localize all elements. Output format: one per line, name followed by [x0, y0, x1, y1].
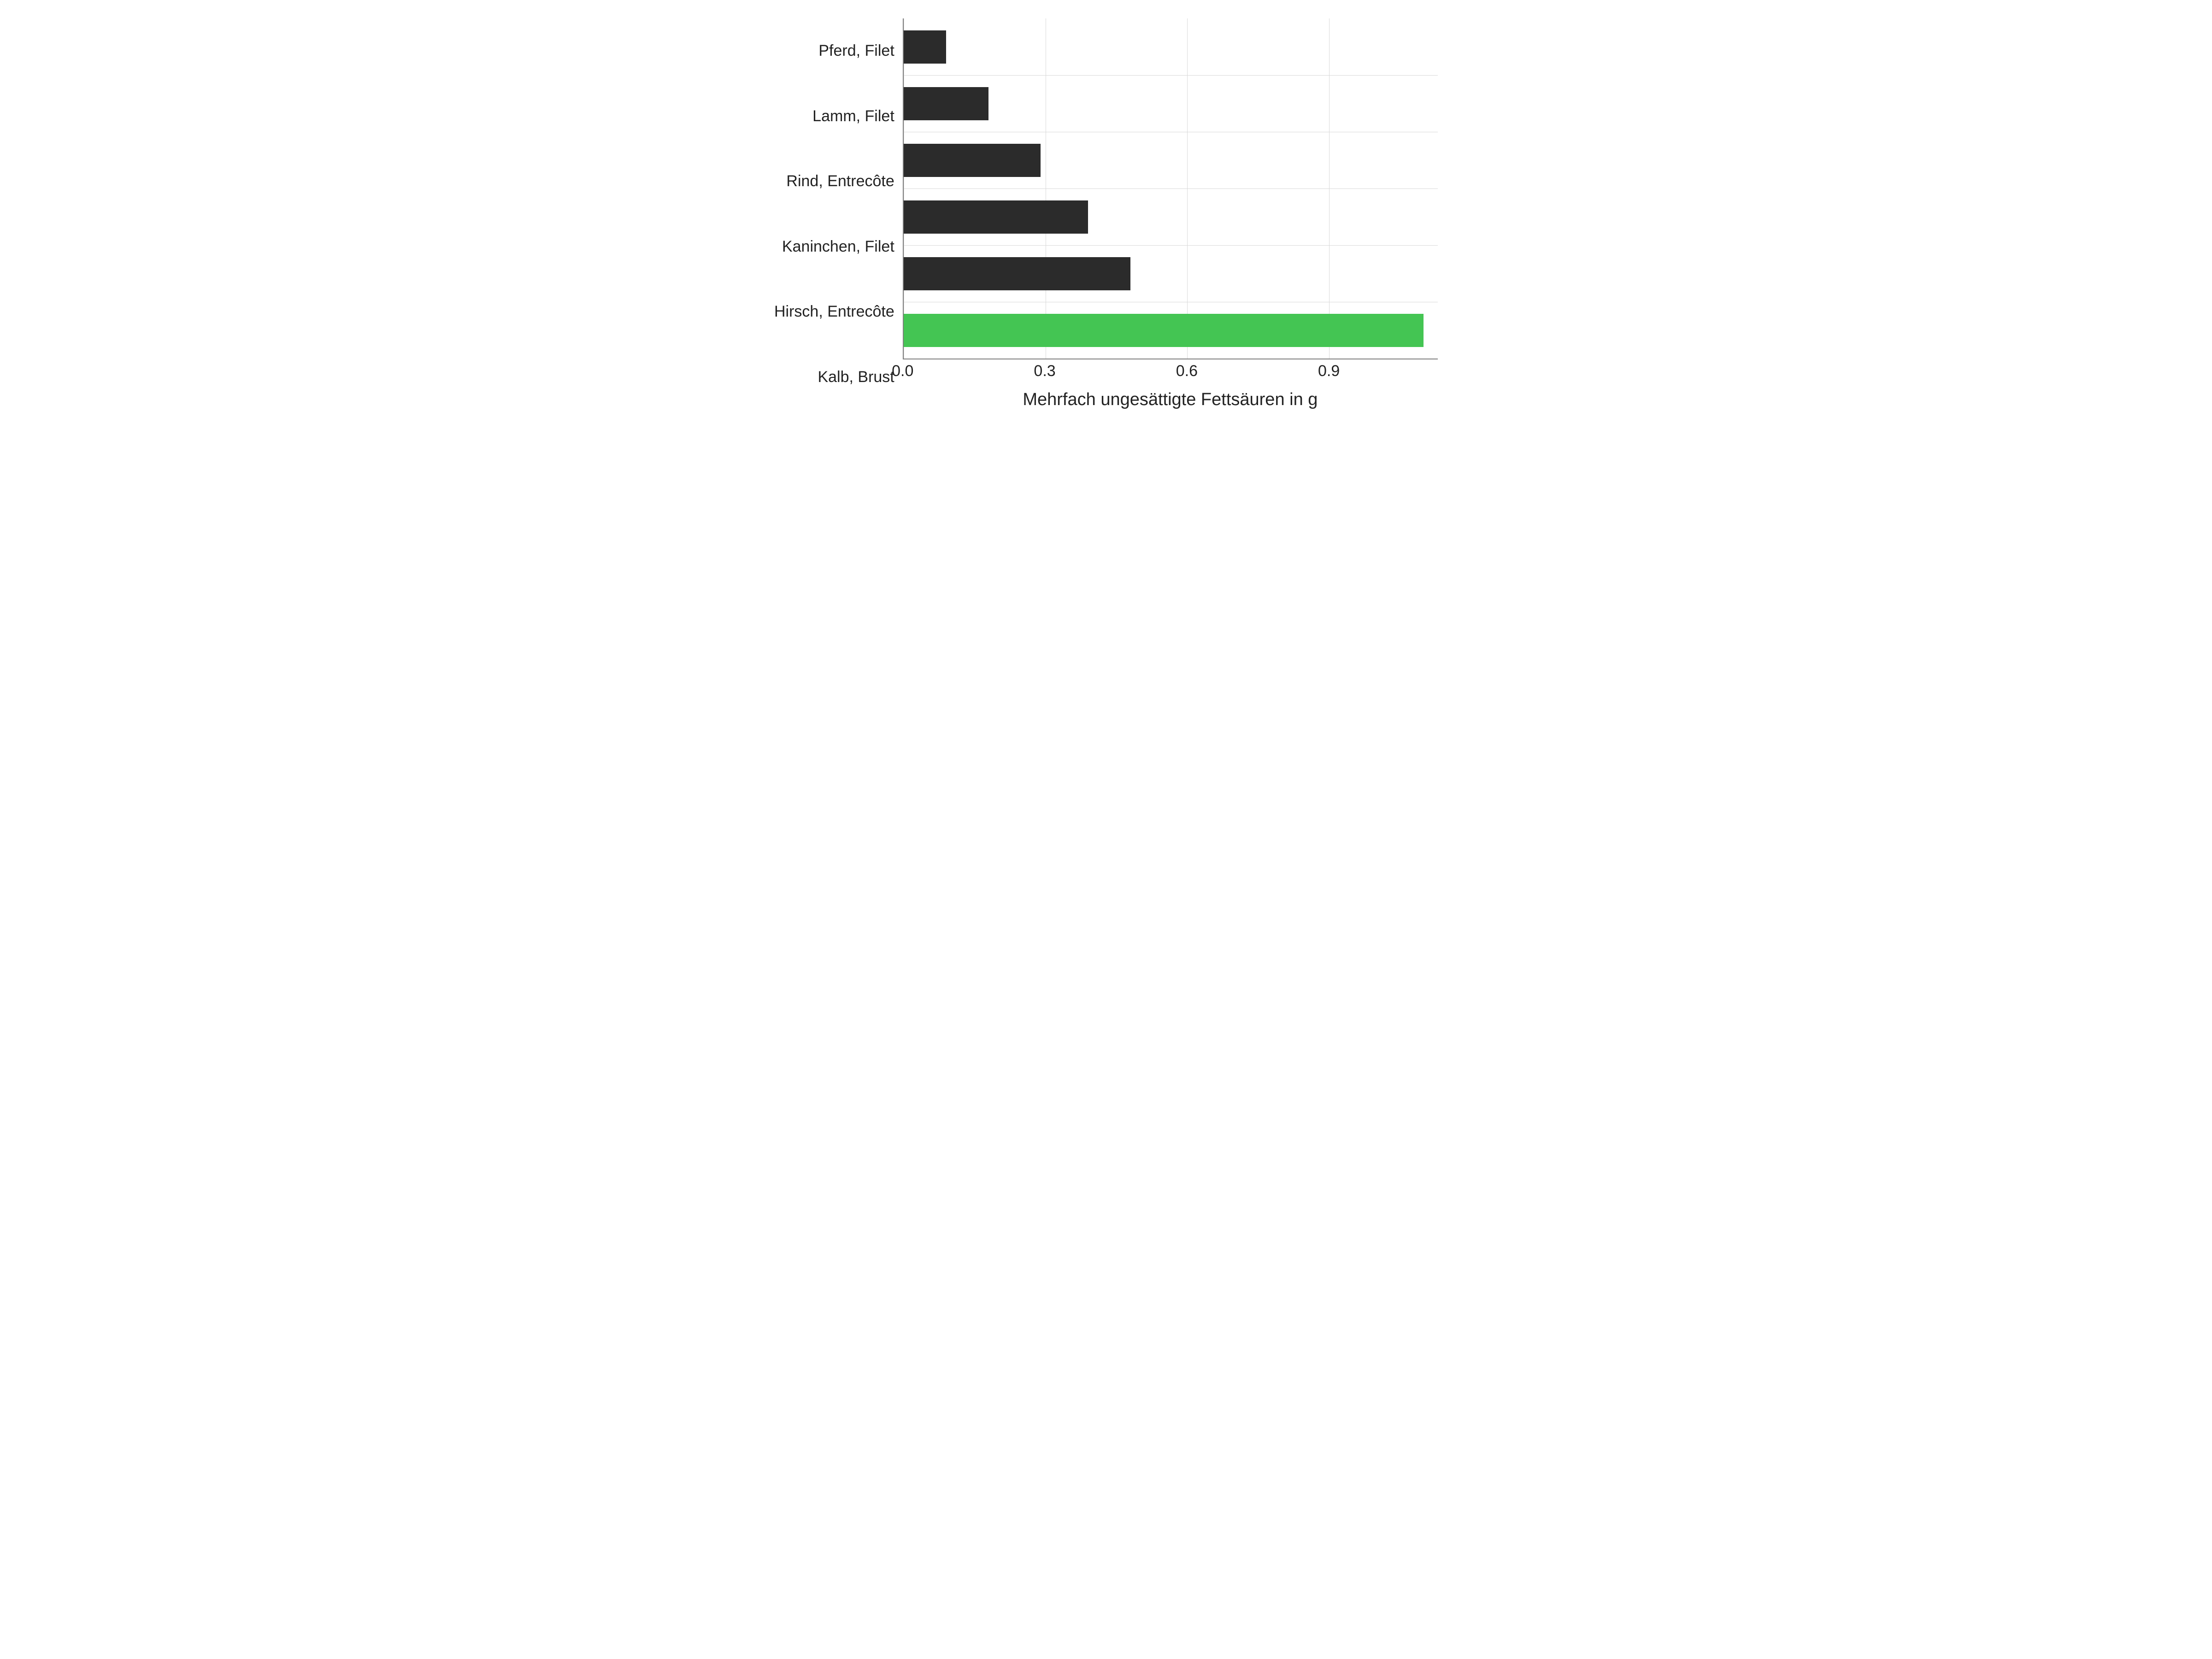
bar [904, 257, 1130, 290]
x-tick-label: 0.9 [1318, 362, 1340, 380]
y-label: Pferd, Filet [774, 41, 894, 60]
bar [904, 30, 946, 64]
x-tick-label: 0.0 [892, 362, 913, 380]
bar-row [904, 200, 1438, 234]
x-axis-title: Mehrfach ungesättigte Fettsäuren in g [903, 390, 1438, 410]
chart-area: Pferd, Filet Lamm, Filet Rind, Entrecôte… [774, 18, 1438, 410]
bar [904, 87, 989, 120]
bar-row [904, 314, 1438, 347]
bar [904, 144, 1041, 177]
x-axis: 0.00.30.60.9 [903, 362, 1438, 385]
bar-row [904, 87, 1438, 120]
y-label: Kalb, Brust [774, 368, 894, 387]
bar-row [904, 257, 1438, 290]
bar-row [904, 30, 1438, 64]
chart-container: Pferd, Filet Lamm, Filet Rind, Entrecôte… [774, 18, 1438, 410]
bar-highlight [904, 314, 1424, 347]
y-label: Kaninchen, Filet [774, 237, 894, 256]
y-label: Rind, Entrecôte [774, 172, 894, 191]
bar [904, 200, 1088, 234]
bars-layer [904, 18, 1438, 359]
y-label: Hirsch, Entrecôte [774, 302, 894, 321]
bar-row [904, 144, 1438, 177]
y-axis-labels: Pferd, Filet Lamm, Filet Rind, Entrecôte… [774, 18, 903, 410]
x-tick-label: 0.3 [1034, 362, 1055, 380]
plot-wrap: 0.00.30.60.9 Mehrfach ungesättigte Fetts… [903, 18, 1438, 410]
y-label: Lamm, Filet [774, 107, 894, 126]
x-tick-label: 0.6 [1176, 362, 1198, 380]
plot-area [903, 18, 1438, 359]
